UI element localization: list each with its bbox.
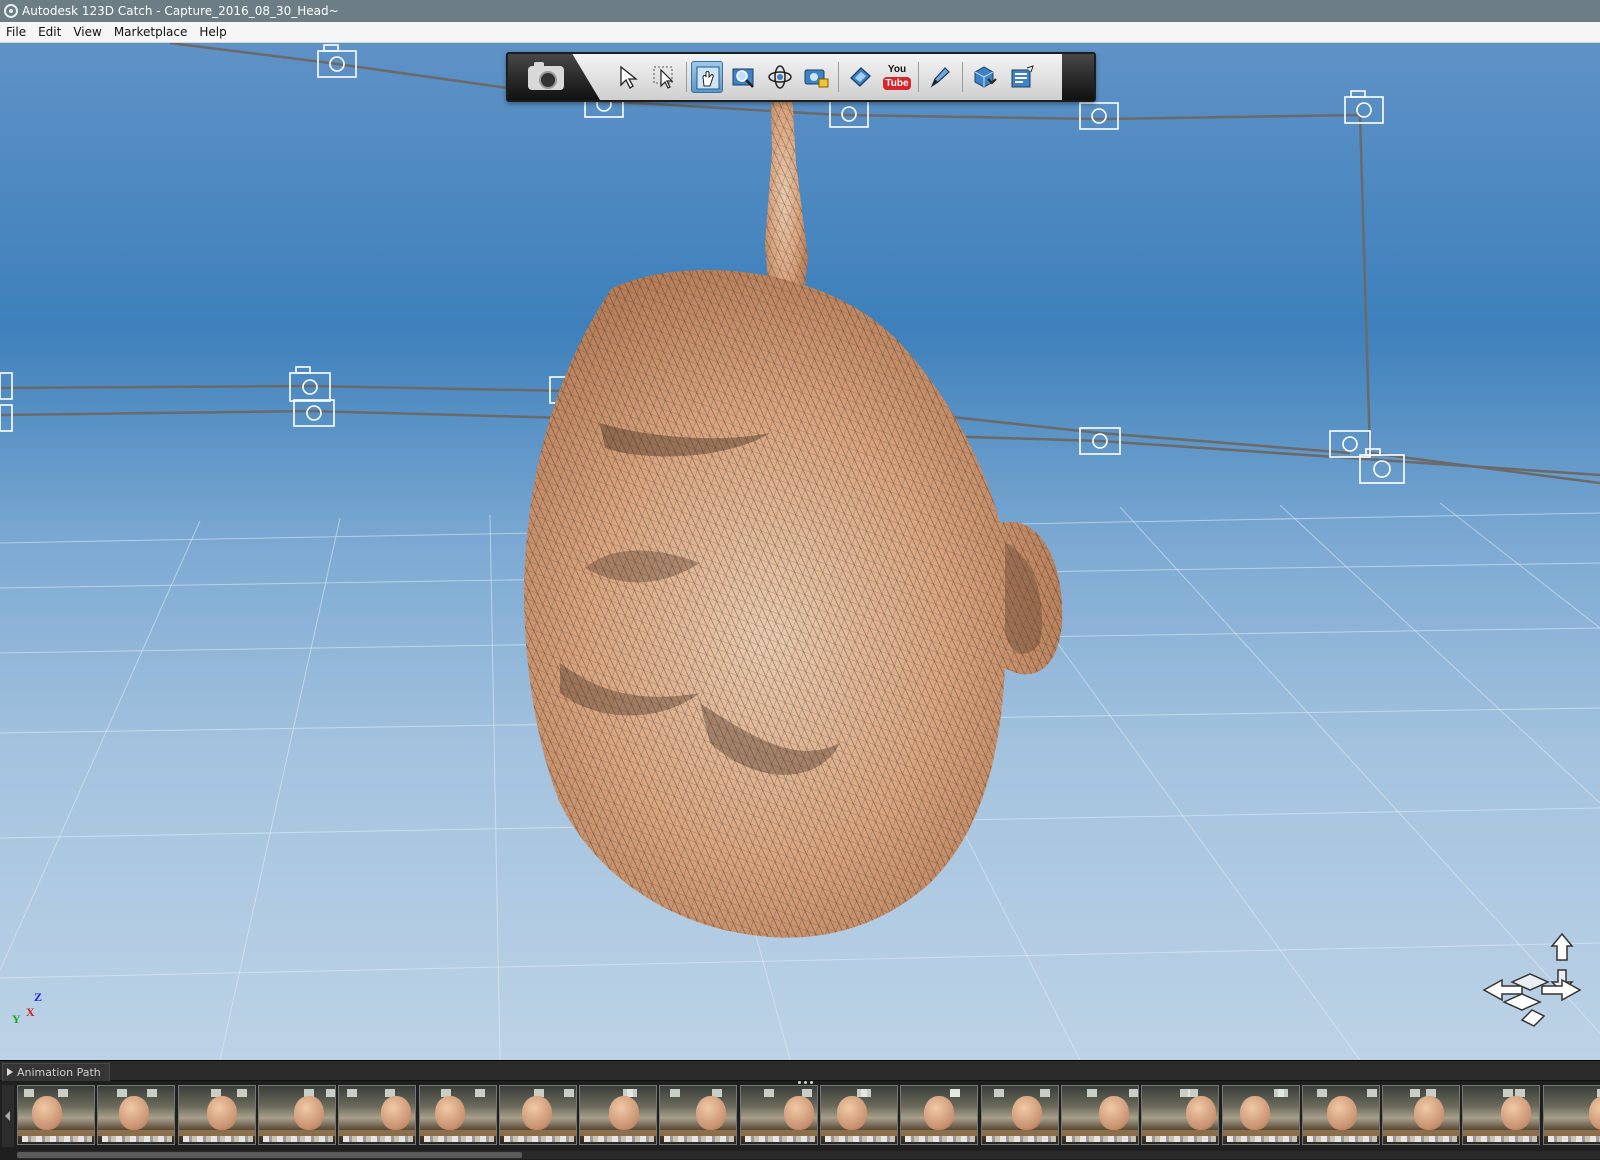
youtube-export-button[interactable]: You Tube — [880, 61, 912, 93]
lasso-cursor-icon — [653, 66, 674, 89]
camera-lock-icon — [804, 69, 829, 88]
magnifier-icon — [732, 68, 754, 88]
lasso-select-tool-button[interactable] — [648, 61, 680, 93]
film-icon — [850, 67, 871, 87]
zoom-tool-button[interactable] — [728, 61, 760, 93]
orbit-tool-button[interactable] — [764, 61, 796, 93]
photo-thumbnail[interactable] — [659, 1085, 737, 1145]
pen-icon — [930, 67, 950, 88]
animation-path-panel: Animation Path — [0, 1060, 1600, 1160]
pan-tool-button[interactable] — [691, 61, 723, 93]
axis-z-label: Z — [34, 990, 43, 1004]
menu-file[interactable]: File — [0, 22, 32, 42]
orbit-icon — [768, 65, 792, 89]
photo-thumbnail[interactable] — [258, 1085, 336, 1145]
3d-viewport[interactable]: You Tube Z X Y — [0, 43, 1600, 1060]
filmstrip — [17, 1085, 1600, 1147]
axis-y-label: Y — [12, 1012, 21, 1026]
capture-button[interactable] — [508, 54, 600, 100]
photo-thumbnail[interactable] — [97, 1085, 175, 1145]
cube-mesh-icon — [974, 66, 997, 88]
photo-thumbnail[interactable] — [900, 1085, 978, 1145]
photo-thumbnail[interactable] — [1302, 1085, 1380, 1145]
output-tool-button[interactable] — [1006, 61, 1038, 93]
animation-panel-header: Animation Path — [0, 1061, 1600, 1084]
camera-icon — [528, 62, 564, 90]
arrow-cursor-icon — [620, 65, 638, 89]
scene-canvas — [0, 43, 1600, 1060]
panel-grip[interactable] — [798, 1069, 820, 1084]
photo-thumbnail[interactable] — [338, 1085, 416, 1145]
menu-help[interactable]: Help — [193, 22, 232, 42]
photo-thumbnail[interactable] — [1061, 1085, 1139, 1145]
navigation-cube-icon[interactable] — [1482, 930, 1592, 1030]
photo-thumbnail[interactable] — [579, 1085, 657, 1145]
axis-x-label: X — [26, 1005, 35, 1019]
select-tool-button[interactable] — [612, 61, 644, 93]
animation-path-tab[interactable]: Animation Path — [2, 1063, 110, 1081]
menu-marketplace[interactable]: Marketplace — [108, 22, 194, 42]
photo-thumbnail[interactable] — [981, 1085, 1059, 1145]
photo-thumbnail[interactable] — [178, 1085, 256, 1145]
photo-thumbnail[interactable] — [820, 1085, 898, 1145]
photo-thumbnail[interactable] — [419, 1085, 497, 1145]
menu-view[interactable]: View — [67, 22, 107, 42]
edit-tool-button[interactable] — [924, 61, 956, 93]
photo-thumbnail[interactable] — [499, 1085, 577, 1145]
main-toolbar: You Tube — [506, 52, 1096, 102]
photo-thumbnail[interactable] — [17, 1085, 95, 1145]
filmstrip-scrollbar[interactable] — [17, 1151, 1600, 1159]
document-icon — [1011, 65, 1034, 88]
toolbar-end-cap — [1062, 54, 1094, 100]
filmstrip-scroll-left-button[interactable] — [2, 1085, 14, 1147]
mesh-export-button[interactable] — [968, 61, 1000, 93]
menu-bar: File Edit View Marketplace Help — [0, 22, 1600, 43]
camera-lock-tool-button[interactable] — [800, 61, 832, 93]
photo-thumbnail[interactable] — [1222, 1085, 1300, 1145]
axis-triad: Z X Y — [12, 990, 52, 1030]
animation-tool-button[interactable] — [844, 61, 876, 93]
menu-edit[interactable]: Edit — [32, 22, 67, 42]
head-mesh — [524, 270, 1063, 938]
photo-thumbnail[interactable] — [1462, 1085, 1540, 1145]
photo-thumbnail[interactable] — [1382, 1085, 1460, 1145]
photo-thumbnail[interactable] — [1543, 1085, 1600, 1145]
youtube-icon: You Tube — [883, 63, 911, 90]
window-title: Autodesk 123D Catch - Capture_2016_08_30… — [22, 4, 339, 18]
photo-thumbnail[interactable] — [1141, 1085, 1219, 1145]
title-bar: Autodesk 123D Catch - Capture_2016_08_30… — [0, 0, 1600, 22]
photo-thumbnail[interactable] — [740, 1085, 818, 1145]
hand-icon — [696, 66, 720, 90]
app-logo-icon — [4, 4, 18, 18]
scrollbar-thumb[interactable] — [17, 1152, 522, 1158]
